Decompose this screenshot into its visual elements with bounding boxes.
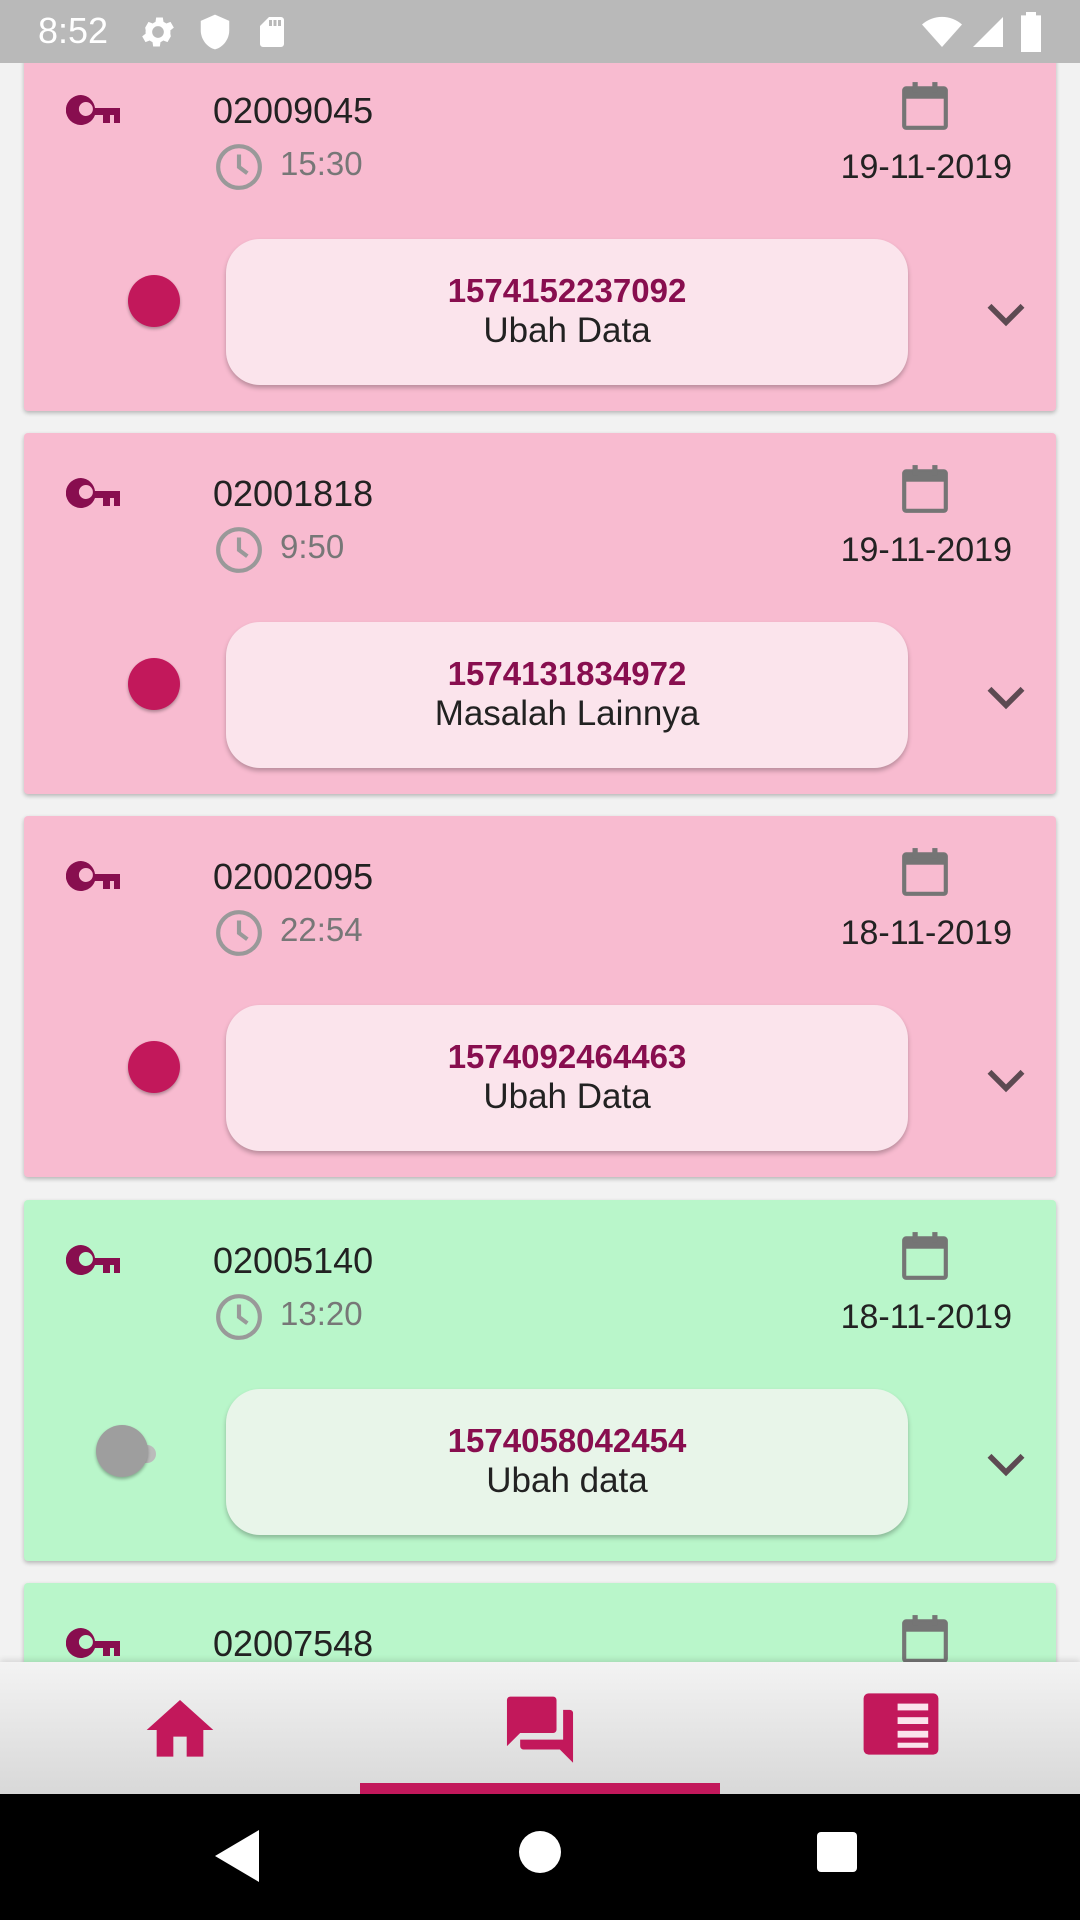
toggle-thumb	[128, 275, 180, 327]
key-icon	[66, 861, 120, 891]
ticket-card[interactable]: 02001818 9:50 19-11-2019 1574131834972 M…	[24, 433, 1056, 794]
key-icon	[66, 1628, 120, 1658]
ticket-card[interactable]: 02002095 22:54 18-11-2019 1574092464463 …	[24, 816, 1056, 1177]
ticket-id: 02005140	[213, 1240, 374, 1281]
ticket-info-box[interactable]: 1574152237092 Ubah Data	[226, 239, 908, 385]
ticket-date: 18-11-2019	[840, 1298, 1012, 1336]
ticket-list[interactable]: 02009045 15:30 19-11-2019 1574152237092 …	[0, 50, 1080, 1662]
ticket-id: 02007548	[213, 1623, 374, 1662]
ticket-card[interactable]: 02007548	[24, 1583, 1056, 1662]
ticket-card[interactable]: 02005140 13:20 18-11-2019 1574058042454 …	[24, 1200, 1056, 1561]
bottom-nav	[0, 1662, 1080, 1794]
ticket-subject: Ubah data	[486, 1461, 648, 1500]
key-icon	[66, 478, 120, 508]
nav-home[interactable]	[0, 1662, 360, 1794]
chevron-down-icon[interactable]	[984, 1450, 1028, 1480]
home-circle-icon[interactable]	[519, 1831, 561, 1873]
key-icon	[66, 1245, 120, 1275]
ticket-time: 9:50	[280, 528, 345, 565]
key-icon	[66, 95, 120, 125]
calendar-icon	[902, 848, 948, 896]
clock-icon	[216, 910, 262, 956]
toggle-thumb	[128, 658, 180, 710]
signal-icon	[973, 17, 1003, 47]
ticket-time: 22:54	[280, 911, 363, 948]
nav-chat[interactable]	[360, 1662, 720, 1794]
clock-icon	[216, 527, 262, 573]
ticket-number: 1574058042454	[447, 1422, 687, 1459]
home-icon	[146, 1700, 214, 1757]
back-icon[interactable]	[215, 1830, 259, 1882]
chat-icon	[506, 1696, 574, 1763]
recents-icon[interactable]	[817, 1832, 857, 1872]
ticket-date: 19-11-2019	[840, 531, 1012, 569]
ticket-date: 18-11-2019	[840, 914, 1012, 952]
toggle-thumb	[128, 1041, 180, 1093]
status-toggle[interactable]	[100, 1041, 180, 1093]
ticket-card[interactable]: 02009045 15:30 19-11-2019 1574152237092 …	[24, 50, 1056, 411]
calendar-icon	[902, 1232, 948, 1280]
ticket-number: 1574131834972	[447, 655, 687, 692]
toggle-thumb	[96, 1425, 148, 1477]
gear-icon	[142, 17, 174, 47]
nav-news[interactable]	[720, 1662, 1080, 1794]
ticket-date: 19-11-2019	[840, 148, 1012, 186]
ticket-number: 1574092464463	[447, 1038, 687, 1075]
shield-icon	[200, 14, 230, 50]
ticket-info-box[interactable]: 1574131834972 Masalah Lainnya	[226, 622, 908, 768]
wifi-icon	[922, 16, 962, 47]
ticket-subject: Ubah Data	[483, 311, 651, 350]
ticket-id: 02009045	[213, 90, 374, 131]
ticket-subject: Masalah Lainnya	[434, 694, 700, 733]
news-icon	[863, 1693, 939, 1755]
ticket-time: 13:20	[280, 1295, 363, 1332]
active-tab-indicator	[360, 1783, 720, 1794]
calendar-icon	[902, 1615, 948, 1662]
calendar-icon	[902, 465, 948, 513]
system-nav-bar	[0, 1794, 1080, 1920]
ticket-time: 15:30	[280, 145, 363, 182]
ticket-subject: Ubah Data	[483, 1077, 651, 1116]
ticket-id: 02002095	[213, 856, 374, 897]
ticket-info-box[interactable]: 1574058042454 Ubah data	[226, 1389, 908, 1535]
clock-icon	[216, 144, 262, 190]
clock-icon	[216, 1294, 262, 1340]
status-toggle[interactable]	[96, 1425, 164, 1477]
status-toggle[interactable]	[100, 658, 180, 710]
ticket-info-box[interactable]: 1574092464463 Ubah Data	[226, 1005, 908, 1151]
status-bar: 8:52	[0, 0, 1080, 63]
ticket-id: 02001818	[213, 473, 374, 514]
chevron-down-icon[interactable]	[984, 300, 1028, 330]
calendar-icon	[902, 82, 948, 130]
chevron-down-icon[interactable]	[984, 1066, 1028, 1096]
status-time: 8:52	[38, 10, 109, 51]
status-toggle[interactable]	[100, 275, 180, 327]
chevron-down-icon[interactable]	[984, 683, 1028, 713]
sd-card-icon	[260, 17, 284, 47]
battery-icon	[1021, 12, 1041, 52]
ticket-number: 1574152237092	[447, 272, 687, 309]
